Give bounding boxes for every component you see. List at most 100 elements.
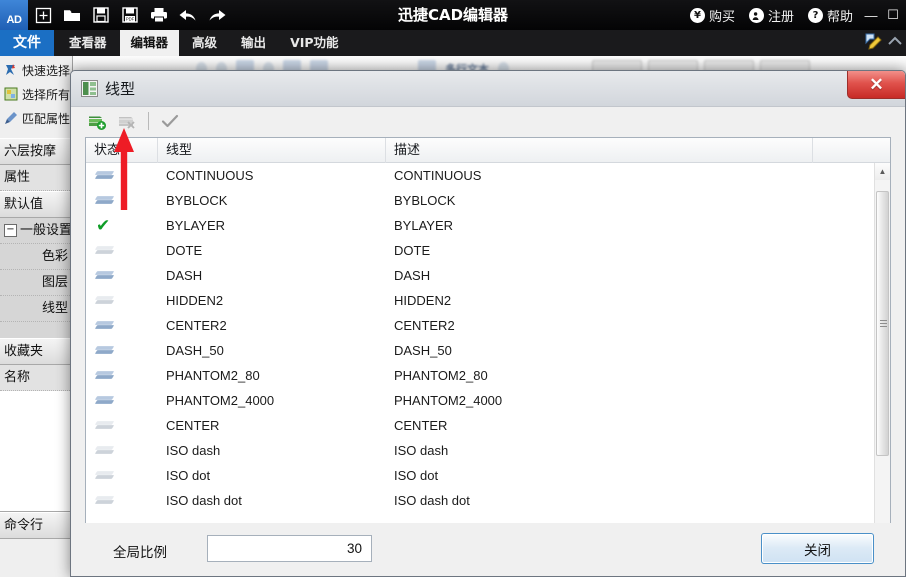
menu-item-editor[interactable]: 编辑器 xyxy=(119,30,180,56)
row-description: DASH xyxy=(394,268,431,283)
tree-item-linetype[interactable]: 线型 xyxy=(0,296,72,322)
left-panel: 快速选择 选择所有 匹配属性 六层按摩 属性 默认值 − 一般设置 色彩 图层 线 xyxy=(0,56,73,577)
section-defaults[interactable]: 默认值 xyxy=(0,191,72,218)
tree-item-color[interactable]: 色彩 xyxy=(0,244,72,270)
scroll-up-icon[interactable]: ▲ xyxy=(875,163,890,180)
dialog-titlebar[interactable]: 线型 ✕ xyxy=(71,71,905,107)
row-status-cell xyxy=(86,270,158,281)
register-button-label: 注册 xyxy=(767,9,794,25)
row-status-cell xyxy=(86,445,158,456)
row-description: DOTE xyxy=(394,243,431,258)
table-row[interactable]: PHANTOM2_4000 PHANTOM2_4000 xyxy=(86,388,874,413)
tree-item-layer[interactable]: 图层 xyxy=(0,270,72,296)
table-row[interactable]: ISO dash ISO dash xyxy=(86,438,874,463)
row-status-cell xyxy=(86,370,158,381)
row-status-cell xyxy=(86,345,158,356)
edit-pencil-icon[interactable] xyxy=(863,31,882,55)
table-row[interactable]: DASH_50 DASH_50 xyxy=(86,338,874,363)
tool-select-all[interactable]: 选择所有 xyxy=(0,82,72,106)
row-description: PHANTOM2_4000 xyxy=(394,393,503,408)
tree-collapse-icon[interactable]: − xyxy=(4,224,17,237)
section-properties[interactable]: 属性 xyxy=(0,165,72,191)
tool-match-properties-label: 匹配属性 xyxy=(22,111,71,126)
match-properties-icon xyxy=(3,111,18,126)
minimize-button[interactable]: — xyxy=(860,0,882,30)
close-button[interactable]: 关闭 xyxy=(761,533,874,564)
table-row[interactable]: HIDDEN2 HIDDEN2 xyxy=(86,288,874,313)
row-status-cell xyxy=(86,420,158,431)
linetype-layer-icon xyxy=(94,245,115,256)
linetype-layer-icon xyxy=(94,470,115,481)
set-current-button[interactable] xyxy=(158,109,182,133)
row-status-cell xyxy=(86,320,158,331)
global-scale-input[interactable]: 30 xyxy=(207,535,372,562)
table-row[interactable]: PHANTOM2_80 PHANTOM2_80 xyxy=(86,363,874,388)
row-description: ISO dash dot xyxy=(394,493,470,508)
app-titlebar: AD PDF 迅捷CAD编辑器 ¥ 购买 注册 ? 帮助 — ☐ xyxy=(0,0,906,30)
linetype-layer-icon xyxy=(94,370,115,381)
row-linetype-name: DOTE xyxy=(166,243,203,258)
linetype-layer-icon xyxy=(94,195,115,206)
menu-item-advanced[interactable]: 高级 xyxy=(181,30,228,56)
table-row[interactable]: CONTINUOUS CONTINUOUS xyxy=(86,163,874,188)
tree-general-settings-label: 一般设置 xyxy=(20,223,72,238)
table-row[interactable]: DOTE DOTE xyxy=(86,238,874,263)
table-row[interactable]: ISO dash dot ISO dash dot xyxy=(86,488,874,513)
table-header-row: 状态 线型 描述 xyxy=(86,138,890,163)
row-status-cell xyxy=(86,470,158,481)
table-body[interactable]: CONTINUOUS CONTINUOUS BYBLOCK BYBLOCK ✔ BYLAY… xyxy=(86,163,874,576)
scrollbar-thumb[interactable] xyxy=(876,191,889,456)
help-button[interactable]: ? 帮助 xyxy=(801,0,860,30)
column-header-status[interactable]: 状态 xyxy=(86,138,158,163)
current-check-icon: ✔ xyxy=(96,216,111,235)
row-status-cell xyxy=(86,395,158,406)
table-row[interactable]: ✔ BYLAYER BYLAYER xyxy=(86,213,874,238)
linetype-table: 状态 线型 描述 CONTINUOUS CONTINUOUS BYBLOCK BYBL… xyxy=(85,137,891,576)
document-title: 六层按摩 xyxy=(0,138,72,165)
register-button[interactable]: 注册 xyxy=(742,0,801,30)
row-linetype-name: CENTER2 xyxy=(166,318,227,333)
row-linetype-name: BYBLOCK xyxy=(166,193,228,208)
column-header-linetype[interactable]: 线型 xyxy=(158,138,386,163)
tool-quick-select[interactable]: 快速选择 xyxy=(0,58,72,82)
dialog-toolbar xyxy=(85,107,891,135)
table-row[interactable]: DASH DASH xyxy=(86,263,874,288)
menu-item-viewer[interactable]: 查看器 xyxy=(58,30,118,56)
column-header-spacer xyxy=(813,138,875,163)
row-linetype-name: ISO dash xyxy=(166,443,221,458)
menu-file[interactable]: 文件 xyxy=(0,30,54,56)
linetype-layer-icon xyxy=(94,320,115,331)
delete-linetype-button[interactable] xyxy=(115,109,139,133)
tree-general-settings[interactable]: − 一般设置 xyxy=(0,218,72,244)
favorites-title: 收藏夹 xyxy=(0,338,72,365)
row-description: CENTER xyxy=(394,418,448,433)
tool-match-properties[interactable]: 匹配属性 xyxy=(0,106,72,130)
dialog-title: 线型 xyxy=(105,80,136,98)
load-linetype-button[interactable] xyxy=(85,109,109,133)
yen-icon: ¥ xyxy=(689,7,705,23)
table-row[interactable]: CENTER2 CENTER2 xyxy=(86,313,874,338)
column-header-description[interactable]: 描述 xyxy=(386,138,813,163)
table-row[interactable]: ISO dot ISO dot xyxy=(86,463,874,488)
table-scrollbar[interactable]: ▲ ▼ xyxy=(874,163,890,576)
linetype-layer-icon xyxy=(94,420,115,431)
menubar: 文件 查看器 编辑器 高级 输出 VIP功能 xyxy=(0,30,906,56)
maximize-button[interactable]: ☐ xyxy=(882,0,904,30)
row-linetype-name: BYLAYER xyxy=(166,218,226,233)
row-linetype-name: DASH_50 xyxy=(166,343,224,358)
row-linetype-name: HIDDEN2 xyxy=(166,293,224,308)
question-mark-icon: ? xyxy=(807,7,823,23)
row-description: ISO dot xyxy=(394,468,439,483)
linetype-layer-icon xyxy=(94,295,115,306)
dialog-close-icon[interactable]: ✕ xyxy=(847,71,905,99)
buy-button[interactable]: ¥ 购买 xyxy=(683,0,742,30)
table-row[interactable]: CENTER CENTER xyxy=(86,413,874,438)
menu-item-output[interactable]: 输出 xyxy=(230,30,277,56)
row-description: CONTINUOUS xyxy=(394,168,482,183)
table-row[interactable]: BYBLOCK BYBLOCK xyxy=(86,188,874,213)
collapse-ribbon-icon[interactable] xyxy=(888,34,902,52)
linetype-dialog: 线型 ✕ 状态 线型 描述 CONTINUOUS CONTINUOUS BYBL… xyxy=(70,70,906,577)
favorites-list[interactable] xyxy=(0,391,72,512)
row-description: DASH_50 xyxy=(394,343,452,358)
menu-item-vip[interactable]: VIP功能 xyxy=(279,30,350,56)
